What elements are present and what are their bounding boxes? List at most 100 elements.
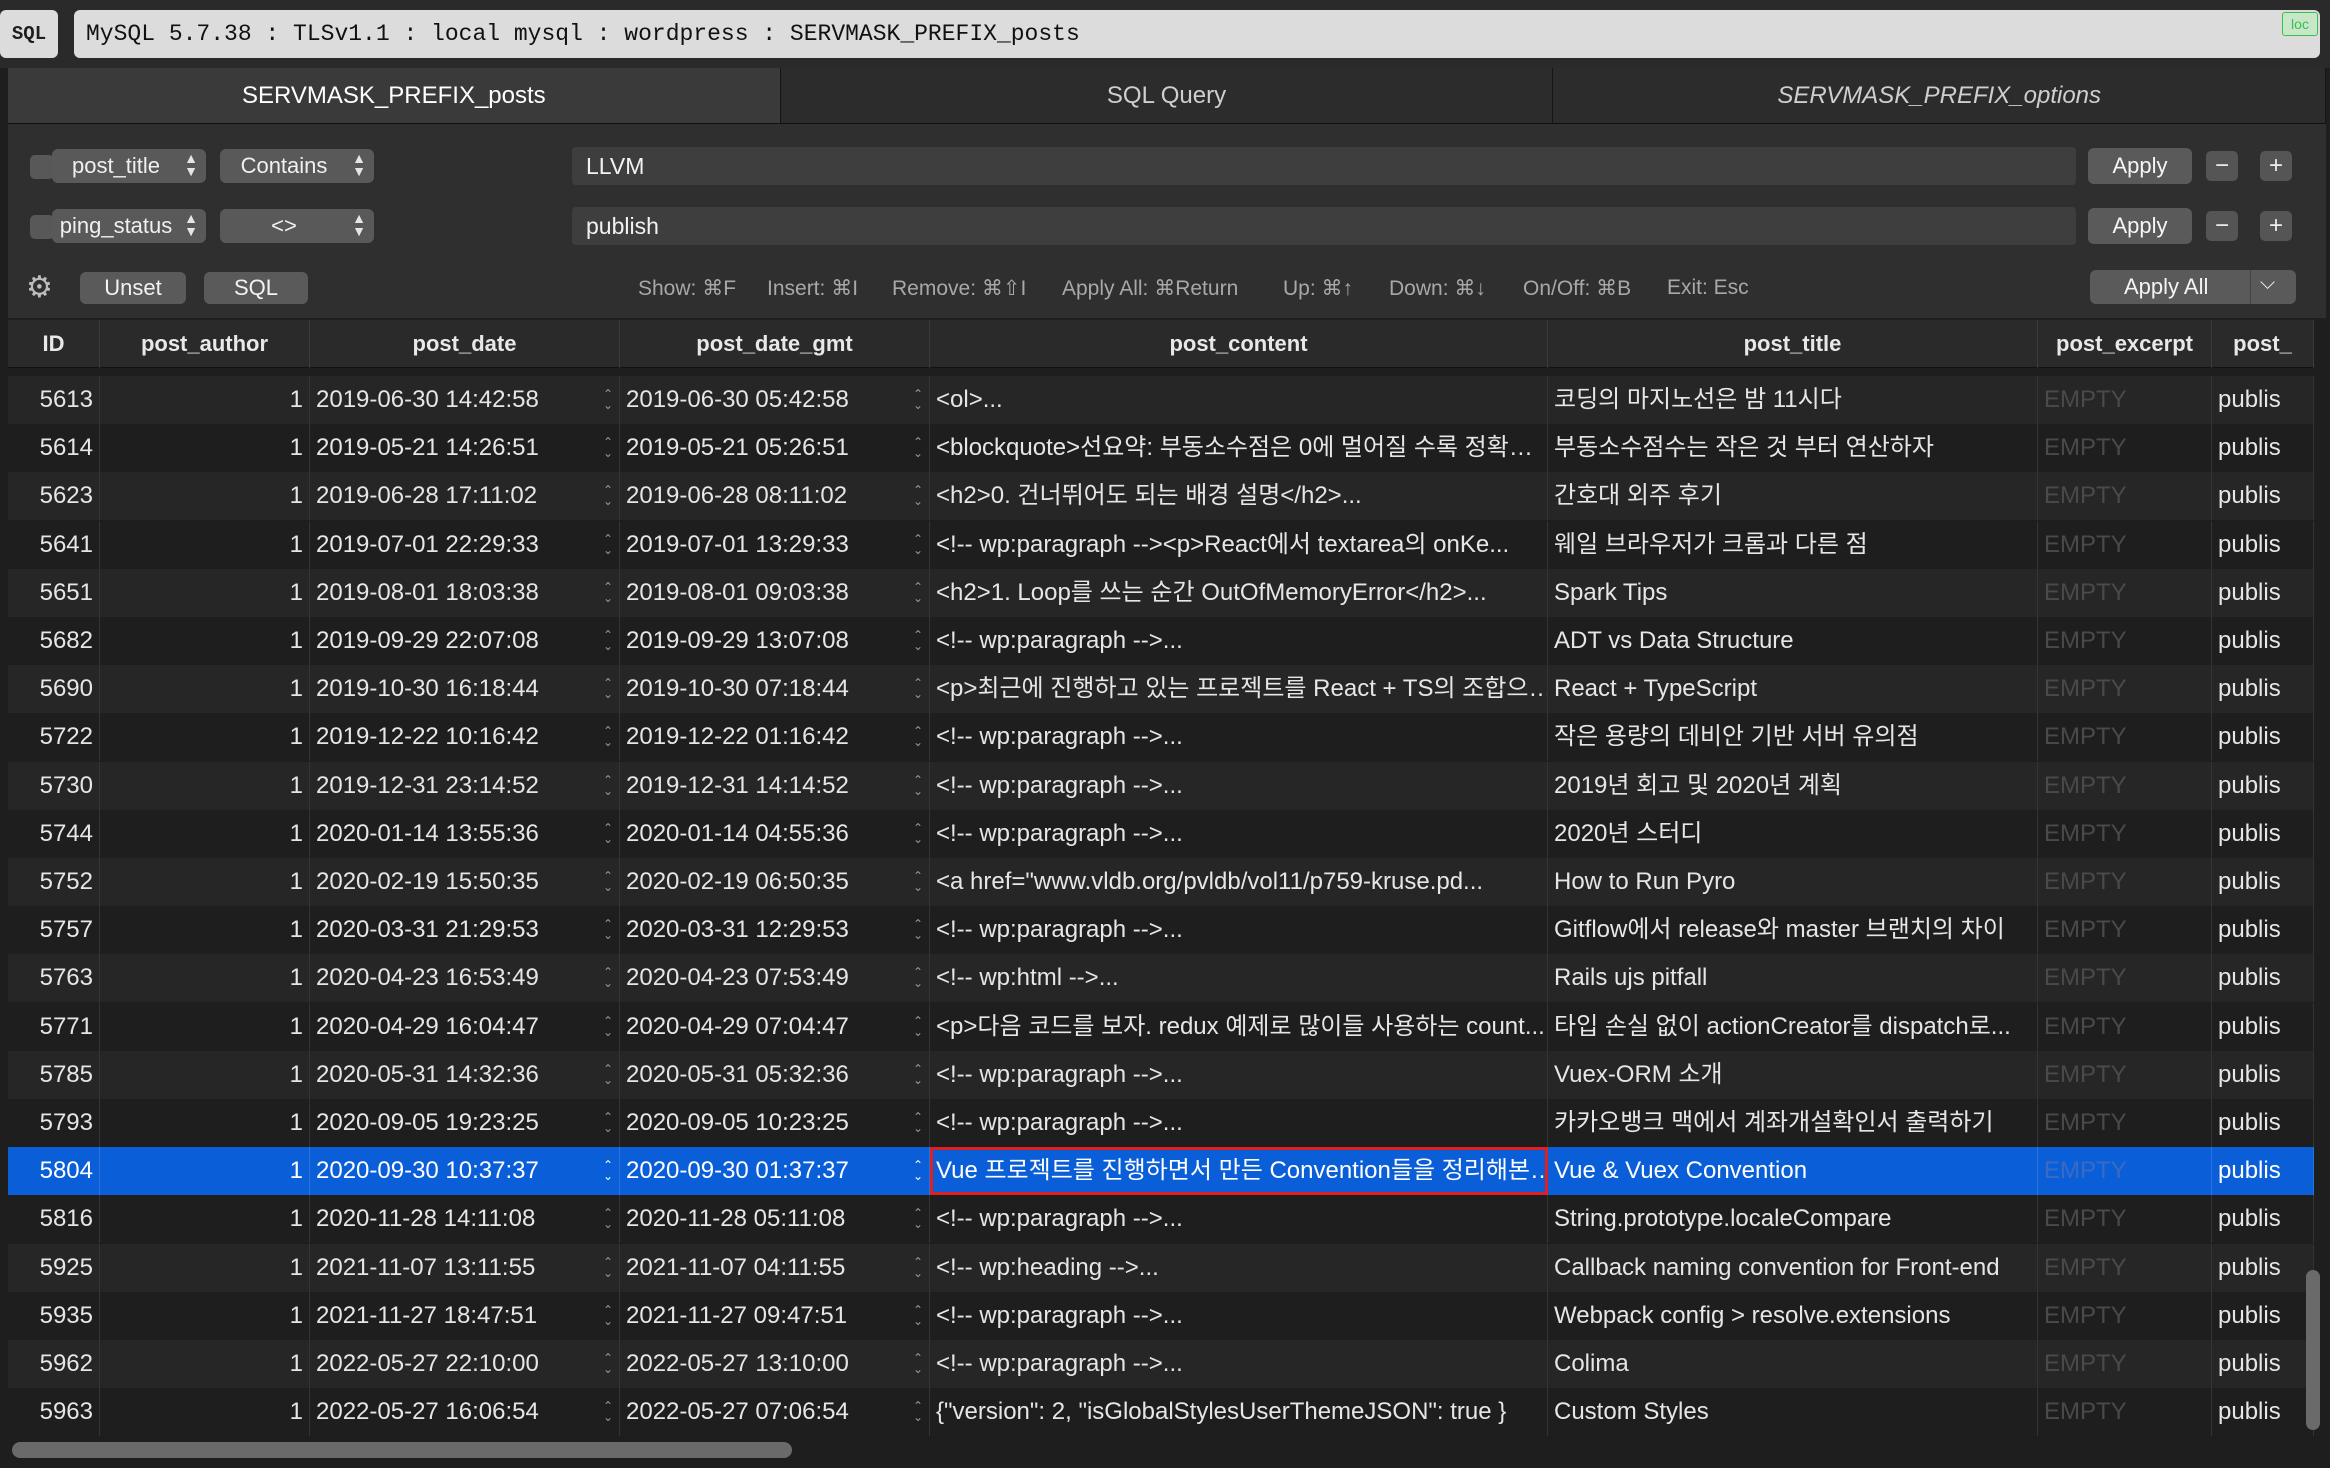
table-cell-post-content[interactable]: <p>최근에 진행하고 있는 프로젝트를 React + TS의 조합으… xyxy=(930,665,1548,714)
table-cell-post-date-gmt[interactable]: 2020-09-05 10:23:25 ⌃ ⌄ xyxy=(620,1099,930,1147)
table-row[interactable]: 5935 1 2021-11-27 18:47:51 ⌃ ⌄ 2021-11-27 09:… xyxy=(8,1291,2314,1340)
table-cell-post-date-gmt[interactable]: 2022-05-27 07:06:54 ⌃ ⌄ xyxy=(620,1388,930,1437)
column-header-post-date[interactable]: post_date xyxy=(310,320,620,368)
horizontal-scrollbar[interactable] xyxy=(12,1442,792,1458)
table-cell-post-excerpt[interactable]: EMPTY xyxy=(2038,568,2212,617)
table-cell-post-date-gmt[interactable]: 2019-07-01 13:29:33 ⌃ ⌄ xyxy=(620,520,930,569)
table-cell-post-title[interactable]: 타입 손실 없이 actionCreator를 dispatch로... xyxy=(1548,1002,2038,1051)
table-cell-post-excerpt[interactable]: EMPTY xyxy=(2038,713,2212,762)
unset-button[interactable]: Unset xyxy=(80,272,186,304)
table-cell-post-date[interactable]: 2019-10-30 16:18:44 ⌃ ⌄ xyxy=(310,665,620,714)
table-cell-post-date-gmt[interactable]: 2019-06-30 05:42:58 ⌃ ⌄ xyxy=(620,376,930,424)
table-cell-post-date-gmt[interactable]: 2020-09-30 01:37:37 ⌃ ⌄ xyxy=(620,1147,930,1196)
table-row[interactable]: 5816 1 2020-11-28 14:11:08 ⌃ ⌄ 2020-11-28 05:… xyxy=(8,1195,2314,1244)
table-cell-post-status[interactable]: publis xyxy=(2212,809,2314,858)
date-stepper-icon[interactable]: ⌃ ⌄ xyxy=(913,774,923,797)
date-stepper-icon[interactable]: ⌃ ⌄ xyxy=(913,533,923,556)
table-cell-post-date[interactable]: 2020-04-29 16:04:47 ⌃ ⌄ xyxy=(310,1002,620,1051)
column-header-id[interactable]: ID xyxy=(8,320,100,368)
date-stepper-icon[interactable]: ⌃ ⌄ xyxy=(603,1159,613,1182)
table-cell-post-excerpt[interactable]: EMPTY xyxy=(2038,424,2212,473)
table-cell-post-author[interactable]: 1 xyxy=(100,1099,310,1147)
table-row[interactable]: 5744 1 2020-01-14 13:55:36 ⌃ ⌄ 2020-01-14 04:… xyxy=(8,809,2314,858)
table-cell-id[interactable]: 5613 xyxy=(8,376,100,424)
filter-column-select[interactable]: post_title ▲ ▼ xyxy=(52,149,206,183)
table-cell-post-author[interactable]: 1 xyxy=(100,906,310,955)
table-cell-post-title[interactable]: Gitflow에서 release와 master 브랜치의 차이 xyxy=(1548,906,2038,955)
table-cell-post-author[interactable]: 1 xyxy=(100,1388,310,1437)
table-cell-post-author[interactable]: 1 xyxy=(100,1291,310,1340)
table-cell-post-date[interactable]: 2019-12-31 23:14:52 ⌃ ⌄ xyxy=(310,761,620,810)
date-stepper-icon[interactable]: ⌃ ⌄ xyxy=(913,1304,923,1327)
table-cell-post-author[interactable]: 1 xyxy=(100,520,310,569)
table-cell-post-content[interactable]: Vue 프로젝트를 진행하면서 만든 Convention들을 정리해본… xyxy=(930,1147,1548,1196)
table-cell-post-date-gmt[interactable]: 2020-04-23 07:53:49 ⌃ ⌄ xyxy=(620,954,930,1003)
table-cell-post-status[interactable]: publis xyxy=(2212,906,2314,955)
date-stepper-icon[interactable]: ⌃ ⌄ xyxy=(913,918,923,941)
date-stepper-icon[interactable]: ⌃ ⌄ xyxy=(913,388,923,411)
filter-remove-button[interactable]: − xyxy=(2206,151,2238,181)
date-stepper-icon[interactable]: ⌃ ⌄ xyxy=(913,1015,923,1038)
tab-options[interactable]: SERVMASK_PREFIX_options xyxy=(1553,68,2327,123)
connection-path-field[interactable]: MySQL 5.7.38 : TLSv1.1 : local mysql : w… xyxy=(74,10,2320,58)
table-cell-post-excerpt[interactable]: EMPTY xyxy=(2038,1291,2212,1340)
table-cell-post-status[interactable]: publis xyxy=(2212,376,2314,424)
table-row[interactable]: 5730 1 2019-12-31 23:14:52 ⌃ ⌄ 2019-12-31 14:… xyxy=(8,761,2314,810)
table-cell-post-title[interactable]: 웨일 브라우저가 크롬과 다른 점 xyxy=(1548,520,2038,569)
table-cell-post-author[interactable]: 1 xyxy=(100,1002,310,1051)
table-cell-post-status[interactable]: publis xyxy=(2212,713,2314,762)
date-stepper-icon[interactable]: ⌃ ⌄ xyxy=(603,725,613,748)
table-cell-post-content[interactable]: <!-- wp:paragraph -->... xyxy=(930,1099,1548,1147)
table-cell-id[interactable]: 5962 xyxy=(8,1340,100,1388)
table-cell-id[interactable]: 5752 xyxy=(8,858,100,906)
table-cell-post-title[interactable]: 2020년 스터디 xyxy=(1548,809,2038,858)
date-stepper-icon[interactable]: ⌃ ⌄ xyxy=(913,436,923,459)
table-cell-post-content[interactable]: <p>다음 코드를 보자. redux 예제로 많이들 사용하는 count..… xyxy=(930,1002,1548,1051)
date-stepper-icon[interactable]: ⌃ ⌄ xyxy=(913,725,923,748)
table-row[interactable]: 5757 1 2020-03-31 21:29:53 ⌃ ⌄ 2020-03-31 12:… xyxy=(8,906,2314,955)
table-row[interactable]: 5793 1 2020-09-05 19:23:25 ⌃ ⌄ 2020-09-05 10:… xyxy=(8,1099,2314,1147)
column-header-post-status[interactable]: post_ xyxy=(2212,320,2314,368)
date-stepper-icon[interactable]: ⌃ ⌄ xyxy=(913,629,923,652)
table-cell-post-author[interactable]: 1 xyxy=(100,568,310,617)
table-cell-post-excerpt[interactable]: EMPTY xyxy=(2038,1340,2212,1388)
table-cell-post-author[interactable]: 1 xyxy=(100,809,310,858)
table-cell-post-content[interactable]: <!-- wp:paragraph -->... xyxy=(930,1291,1548,1340)
table-cell-post-date[interactable]: 2019-05-21 14:26:51 ⌃ ⌄ xyxy=(310,424,620,473)
date-stepper-icon[interactable]: ⌃ ⌄ xyxy=(913,1111,923,1134)
table-cell-post-date[interactable]: 2022-05-27 16:06:54 ⌃ ⌄ xyxy=(310,1388,620,1437)
table-row[interactable]: 5613 1 2019-06-30 14:42:58 ⌃ ⌄ 2019-06-30 05:… xyxy=(8,376,2314,424)
date-stepper-icon[interactable]: ⌃ ⌄ xyxy=(913,1207,923,1230)
table-cell-post-date-gmt[interactable]: 2021-11-27 09:47:51 ⌃ ⌄ xyxy=(620,1291,930,1340)
table-cell-post-date-gmt[interactable]: 2020-03-31 12:29:53 ⌃ ⌄ xyxy=(620,906,930,955)
table-cell-post-title[interactable]: 카카오뱅크 맥에서 계좌개설확인서 출력하기 xyxy=(1548,1099,2038,1147)
table-cell-post-title[interactable]: How to Run Pyro xyxy=(1548,858,2038,906)
table-cell-post-date-gmt[interactable]: 2022-05-27 13:10:00 ⌃ ⌄ xyxy=(620,1340,930,1388)
table-cell-post-date[interactable]: 2020-02-19 15:50:35 ⌃ ⌄ xyxy=(310,858,620,906)
table-cell-post-date-gmt[interactable]: 2019-06-28 08:11:02 ⌃ ⌄ xyxy=(620,472,930,521)
date-stepper-icon[interactable]: ⌃ ⌄ xyxy=(913,870,923,893)
table-cell-post-content[interactable]: <!-- wp:paragraph -->... xyxy=(930,906,1548,955)
tab-posts[interactable]: SERVMASK_PREFIX_posts xyxy=(8,68,781,123)
table-cell-post-date[interactable]: 2019-06-28 17:11:02 ⌃ ⌄ xyxy=(310,472,620,521)
table-cell-post-title[interactable]: Rails ujs pitfall xyxy=(1548,954,2038,1003)
date-stepper-icon[interactable]: ⌃ ⌄ xyxy=(603,966,613,989)
table-cell-post-content[interactable]: <a href="www.vldb.org/pvldb/vol11/p759-k… xyxy=(930,858,1548,906)
table-cell-post-status[interactable]: publis xyxy=(2212,1002,2314,1051)
date-stepper-icon[interactable]: ⌃ ⌄ xyxy=(603,1063,613,1086)
table-cell-id[interactable]: 5682 xyxy=(8,617,100,665)
table-cell-post-title[interactable]: 2019년 회고 및 2020년 계획 xyxy=(1548,761,2038,810)
table-cell-post-content[interactable]: {"version": 2, "isGlobalStylesUserThemeJ… xyxy=(930,1388,1548,1437)
tab-sql-query[interactable]: SQL Query xyxy=(780,68,1554,123)
filter-value-input[interactable]: LLVM xyxy=(572,147,2076,185)
table-cell-post-status[interactable]: publis xyxy=(2212,617,2314,665)
table-cell-post-date-gmt[interactable]: 2021-11-07 04:11:55 ⌃ ⌄ xyxy=(620,1243,930,1292)
table-cell-post-status[interactable]: publis xyxy=(2212,954,2314,1003)
table-cell-id[interactable]: 5793 xyxy=(8,1099,100,1147)
sql-button[interactable]: SQL xyxy=(204,272,308,304)
table-cell-post-author[interactable]: 1 xyxy=(100,713,310,762)
table-cell-post-content[interactable]: <blockquote>선요약: 부동소수점은 0에 멀어질 수록 정확… xyxy=(930,424,1548,473)
date-stepper-icon[interactable]: ⌃ ⌄ xyxy=(603,1015,613,1038)
table-cell-post-title[interactable]: 코딩의 마지노선은 밤 11시다 xyxy=(1548,376,2038,424)
table-cell-post-status[interactable]: publis xyxy=(2212,424,2314,473)
